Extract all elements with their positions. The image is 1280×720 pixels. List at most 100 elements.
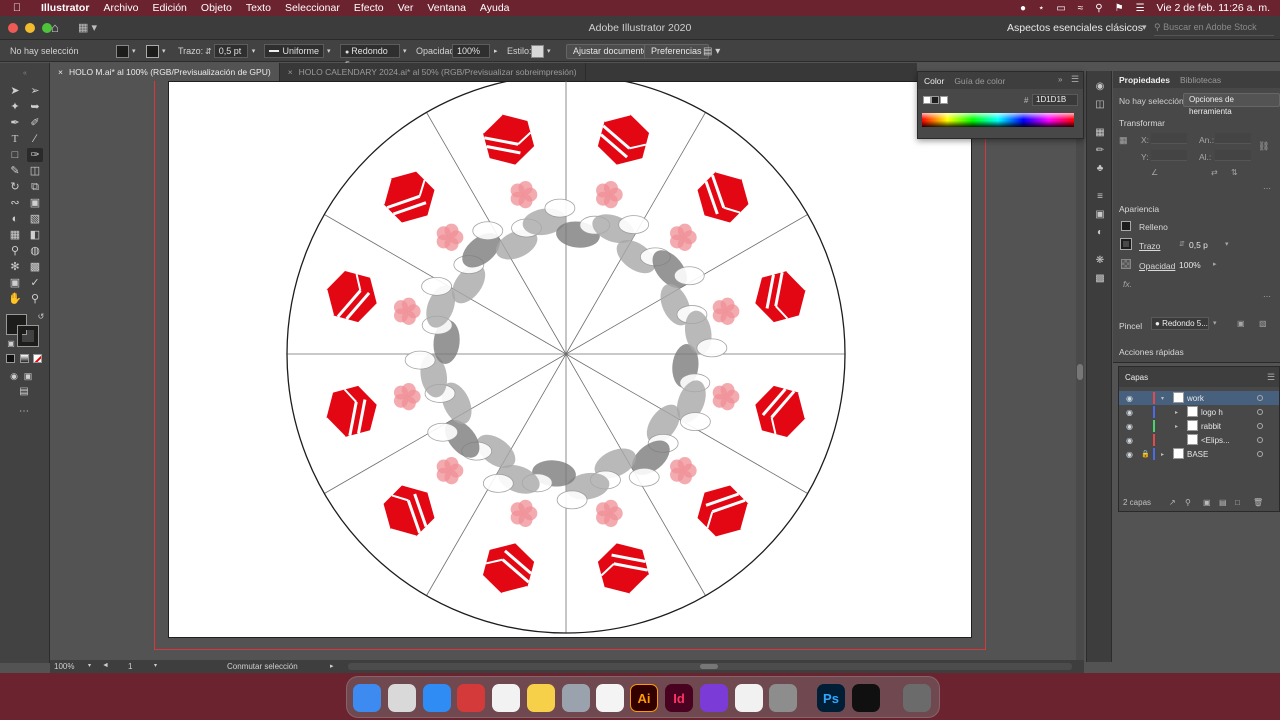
- target-circle-icon[interactable]: [1257, 451, 1263, 457]
- gradient-panel-icon[interactable]: ◐: [1093, 227, 1107, 239]
- opacity-value[interactable]: 100%: [452, 44, 490, 58]
- eraser-tool-icon[interactable]: ◫: [27, 164, 43, 178]
- brush-dropdown-icon[interactable]: ▾: [1213, 319, 1217, 327]
- stroke-weight-field[interactable]: 0,5 pt: [213, 44, 248, 58]
- w-field[interactable]: [1215, 133, 1251, 144]
- target-circle-icon[interactable]: [1257, 423, 1263, 429]
- none-mode-icon[interactable]: [33, 354, 42, 363]
- tab-properties[interactable]: Propiedades: [1119, 75, 1170, 85]
- search-icon[interactable]: ⚲: [1095, 3, 1102, 14]
- swap-colors-icon[interactable]: ↺: [33, 310, 49, 324]
- illustrator-icon[interactable]: Ai: [630, 684, 658, 712]
- stroke-dropdown-icon[interactable]: ▾: [1225, 240, 1229, 248]
- direct-selection-tool-icon[interactable]: ➢: [27, 84, 43, 98]
- graphic-styles-icon[interactable]: ❋: [1093, 255, 1107, 267]
- tab-color[interactable]: Color: [924, 76, 944, 86]
- constrain-proportions-icon[interactable]: ⛓: [1258, 141, 1269, 152]
- system-settings-icon[interactable]: [769, 684, 797, 712]
- x-field[interactable]: [1151, 133, 1187, 144]
- photo-booth-icon[interactable]: [457, 684, 485, 712]
- draw-behind-icon[interactable]: ▣: [20, 369, 36, 383]
- y-field[interactable]: [1151, 150, 1187, 161]
- expand-triangle-icon[interactable]: ▸: [1161, 451, 1164, 458]
- menubar-clock[interactable]: Vie 2 de feb. 11:26 a. m.: [1157, 2, 1270, 14]
- make-clipping-mask-icon[interactable]: ▣: [1203, 498, 1211, 507]
- toolbar-collapse-icon[interactable]: «: [8, 67, 42, 81]
- perspective-grid-tool-icon[interactable]: ▧: [27, 212, 43, 226]
- photos-icon[interactable]: [492, 684, 520, 712]
- layers-title[interactable]: Capas: [1125, 373, 1148, 382]
- menu-app-name[interactable]: Illustrator: [34, 2, 96, 14]
- menu-ayuda[interactable]: Ayuda: [473, 2, 517, 14]
- scale-tool-icon[interactable]: ⧉: [27, 180, 43, 194]
- brush-select[interactable]: ● Redondo 5...: [1151, 317, 1209, 330]
- symbols-icon[interactable]: ♣: [1093, 163, 1107, 175]
- stroke-swatch[interactable]: ▾: [146, 44, 166, 58]
- free-transform-tool-icon[interactable]: ▣: [27, 196, 43, 210]
- workspace-switcher[interactable]: Aspectos esenciales clásicos: [1007, 22, 1143, 34]
- opacity-arrow-icon[interactable]: ▸: [1213, 260, 1217, 268]
- brave-icon[interactable]: [735, 684, 763, 712]
- zoom-dropdown-icon[interactable]: ▾: [88, 662, 91, 669]
- appearance-opacity-value[interactable]: 100%: [1179, 260, 1201, 270]
- eyedropper-tool-icon[interactable]: ⚲: [7, 244, 23, 258]
- flip-vertical-icon[interactable]: ⇅: [1231, 168, 1238, 177]
- brush-select[interactable]: ● Redondo 5...▾: [340, 44, 407, 70]
- layer-name[interactable]: work: [1187, 394, 1204, 403]
- new-sublayer-icon[interactable]: ▤: [1219, 498, 1227, 507]
- panel-collapse-icon[interactable]: »: [1058, 75, 1062, 84]
- close-tab-icon[interactable]: ×: [288, 67, 293, 77]
- close-tab-icon[interactable]: ×: [58, 67, 63, 77]
- panel-menu-icon[interactable]: ☰: [1071, 74, 1079, 85]
- layer-name[interactable]: BASE: [1187, 450, 1208, 459]
- artwork[interactable]: [50, 81, 1072, 662]
- hex-input[interactable]: 1D1D1B: [1032, 94, 1078, 106]
- layer-row[interactable]: ◉ ▸ rabbit: [1119, 419, 1279, 433]
- layer-row[interactable]: ◉ ▾ work: [1119, 391, 1279, 405]
- menu-archivo[interactable]: Archivo: [96, 2, 145, 14]
- gradient-tool-icon[interactable]: ◧: [27, 228, 43, 242]
- rotate-tool-icon[interactable]: ↻: [7, 180, 23, 194]
- delete-layer-icon[interactable]: 🗑: [1253, 498, 1263, 507]
- tool-status[interactable]: Conmutar selección: [227, 662, 298, 671]
- hand-tool-icon[interactable]: ✋: [7, 292, 23, 306]
- reference-point-icon[interactable]: ▦: [1119, 135, 1128, 146]
- preferences-button[interactable]: Preferencias: [644, 43, 709, 59]
- mesh-tool-icon[interactable]: ▦: [7, 228, 23, 242]
- chrome-icon[interactable]: [596, 684, 624, 712]
- visibility-eye-icon[interactable]: ◉: [1126, 450, 1133, 459]
- color-mode-icon[interactable]: [6, 354, 15, 363]
- battery-icon[interactable]: ▭: [1056, 3, 1065, 14]
- layer-name[interactable]: rabbit: [1201, 422, 1221, 431]
- prev-artboard-icon[interactable]: ◄: [102, 662, 109, 669]
- effects-label[interactable]: fx.: [1123, 279, 1132, 289]
- zoom-level[interactable]: 100%: [54, 662, 74, 671]
- notes-icon[interactable]: [527, 684, 555, 712]
- tab-holo-m[interactable]: × HOLO M.ai* al 100% (RGB/Previsualizaci…: [50, 63, 280, 81]
- screen-mode-icon[interactable]: ▤: [16, 385, 32, 399]
- appearance-more-icon[interactable]: ⋯: [1263, 292, 1271, 301]
- appearance-icon[interactable]: ◉: [1093, 81, 1107, 93]
- more-options-icon[interactable]: ⋯: [1263, 184, 1271, 193]
- tab-holo-calendary[interactable]: × HOLO CALENDARY 2024.ai* al 50% (RGB/Pr…: [280, 63, 586, 81]
- stroke-label[interactable]: Trazo: [1139, 241, 1160, 251]
- apple-icon[interactable]: : [0, 2, 34, 14]
- visibility-eye-icon[interactable]: ◉: [1126, 422, 1133, 431]
- transparency-icon[interactable]: ▣: [1093, 209, 1107, 221]
- tab-color-guide[interactable]: Guía de color: [954, 76, 1005, 86]
- visibility-eye-icon[interactable]: ◉: [1126, 436, 1133, 445]
- libraries-icon[interactable]: ▦: [1093, 127, 1107, 139]
- lock-icon[interactable]: 🔒: [1141, 450, 1150, 458]
- zoom-tool-icon[interactable]: ⚲: [27, 292, 43, 306]
- layer-row[interactable]: ◉ 🔒 ▸ BASE: [1119, 447, 1279, 461]
- graph-tool-icon[interactable]: ▩: [27, 260, 43, 274]
- blend-tool-icon[interactable]: ◍: [27, 244, 43, 258]
- visibility-eye-icon[interactable]: ◉: [1126, 408, 1133, 417]
- firefox-icon[interactable]: [700, 684, 728, 712]
- adobe-stock-search[interactable]: ⚲ Buscar en Adobe Stock: [1154, 22, 1274, 36]
- expand-triangle-icon[interactable]: ▸: [1175, 409, 1178, 416]
- menu-seleccionar[interactable]: Seleccionar: [278, 2, 347, 14]
- expand-triangle-icon[interactable]: ▸: [1175, 423, 1178, 430]
- flag-icon[interactable]: ⚑: [1115, 3, 1124, 14]
- menu-edicion[interactable]: Edición: [145, 2, 193, 14]
